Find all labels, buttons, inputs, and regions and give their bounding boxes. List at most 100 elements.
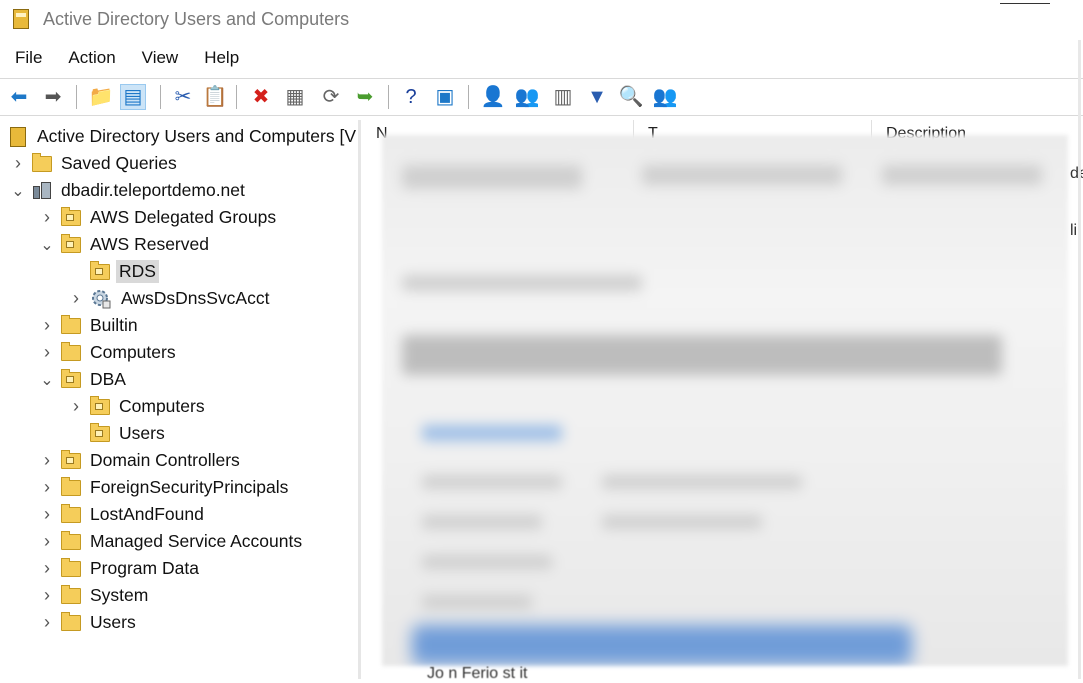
cut-button[interactable]: ✂ <box>170 84 196 110</box>
show-hide-console-tree-icon: ▤ <box>123 86 143 108</box>
tree-item-label: Users <box>119 423 165 443</box>
new-group-button[interactable]: 👥 <box>514 84 540 110</box>
tree-item[interactable]: › System <box>39 583 151 608</box>
tree-item[interactable]: › AWS Delegated Groups <box>39 205 279 230</box>
tree-item[interactable]: › Program Data <box>39 556 202 581</box>
help-button[interactable]: ? <box>398 84 424 110</box>
new-user-button[interactable]: 👤 <box>480 84 506 110</box>
chevron-right-icon[interactable]: › <box>68 396 84 416</box>
chevron-right-icon[interactable]: › <box>39 585 55 605</box>
folder-icon <box>61 530 81 550</box>
toolbar-separator <box>388 85 389 109</box>
menu-action[interactable]: Action <box>54 48 127 68</box>
chevron-right-icon[interactable]: › <box>39 342 55 362</box>
add-to-group-button[interactable]: 👥 <box>652 84 678 110</box>
folder-icon <box>61 557 81 577</box>
menu-bar: File Action View Help <box>0 44 1083 72</box>
up-folder-button[interactable]: 📁 <box>88 84 114 110</box>
back-button[interactable]: ⬅ <box>6 84 32 110</box>
tree-item[interactable]: RDS <box>68 259 159 284</box>
chevron-right-icon[interactable]: › <box>39 450 55 470</box>
tree-item[interactable]: › LostAndFound <box>39 502 207 527</box>
delete-icon: ✖ <box>252 86 270 108</box>
window-controls[interactable] <box>1000 0 1050 4</box>
properties-button[interactable]: ▦ <box>282 84 308 110</box>
folder-icon <box>61 476 81 496</box>
action-pane-button[interactable]: ▣ <box>432 84 458 110</box>
forward-button[interactable]: ➡ <box>40 84 66 110</box>
tree-item[interactable]: › Saved Queries <box>10 151 180 176</box>
chevron-right-icon[interactable]: › <box>68 288 84 308</box>
add-to-group-icon: 👥 <box>652 86 678 108</box>
chevron-down-icon[interactable]: ⌄ <box>39 372 55 389</box>
chevron-right-icon[interactable]: › <box>39 477 55 497</box>
tree-item[interactable]: › Computers <box>68 394 208 419</box>
tree-item[interactable]: ⌄ dbadir.teleportdemo.net <box>10 178 248 203</box>
chevron-right-icon[interactable]: › <box>10 153 26 173</box>
folder-icon <box>32 152 52 172</box>
help-icon: ? <box>405 86 417 108</box>
app-icon <box>13 9 29 29</box>
window-border <box>1078 40 1081 679</box>
copy-button[interactable]: 📋 <box>202 84 228 110</box>
domain-icon <box>32 181 52 200</box>
tree-item-label: RDS <box>116 260 159 283</box>
chevron-right-icon[interactable]: › <box>39 207 55 227</box>
chevron-down-icon[interactable]: ⌄ <box>39 237 55 254</box>
chevron-right-icon[interactable]: › <box>39 531 55 551</box>
up-folder-icon: 📁 <box>88 86 114 108</box>
title-bar: Active Directory Users and Computers <box>0 0 1083 40</box>
tree-root[interactable]: Active Directory Users and Computers [V <box>10 124 358 149</box>
tree-item[interactable]: › Computers <box>39 340 179 365</box>
forward-icon: ➡ <box>44 86 62 108</box>
tree-item-label: AWS Delegated Groups <box>90 207 277 227</box>
chevron-right-icon[interactable]: › <box>39 558 55 578</box>
tree-item[interactable]: › AwsDsDnsSvcAcct <box>68 286 272 311</box>
new-ou-button[interactable]: ▥ <box>550 84 576 110</box>
menu-file[interactable]: File <box>0 48 54 68</box>
ad-snapin-icon <box>10 126 26 147</box>
chevron-right-icon[interactable]: › <box>39 612 55 632</box>
tree-item-label: AWS Reserved <box>90 234 209 254</box>
find-button[interactable]: 🔍 <box>618 84 644 110</box>
tree-item-label: ForeignSecurityPrincipals <box>90 477 289 497</box>
organizational-unit-icon <box>90 422 110 442</box>
find-icon: 🔍 <box>618 86 644 108</box>
organizational-unit-icon <box>90 395 110 415</box>
show-hide-console-tree-button[interactable]: ▤ <box>120 84 146 110</box>
cut-icon: ✂ <box>174 86 192 108</box>
tree-item[interactable]: › Users <box>39 610 139 635</box>
chevron-right-icon[interactable]: › <box>39 504 55 524</box>
description-fragment: de <box>1070 165 1083 182</box>
refresh-button[interactable]: ⟳ <box>318 84 344 110</box>
tree-item[interactable]: › Managed Service Accounts <box>39 529 305 554</box>
delete-button[interactable]: ✖ <box>248 84 274 110</box>
chevron-right-icon[interactable]: › <box>39 315 55 335</box>
tree-item[interactable]: ⌄ AWS Reserved <box>39 232 212 257</box>
console-tree[interactable]: Active Directory Users and Computers [V … <box>0 120 361 679</box>
toolbar-separator <box>160 85 161 109</box>
tree-item[interactable]: › Builtin <box>39 313 141 338</box>
tree-item[interactable]: ⌄ DBA <box>39 367 129 392</box>
chevron-down-icon[interactable]: ⌄ <box>10 183 26 200</box>
toolbar-separator <box>468 85 469 109</box>
filter-button[interactable]: ▼ <box>584 84 610 110</box>
menu-help[interactable]: Help <box>190 48 251 68</box>
menu-view[interactable]: View <box>128 48 191 68</box>
toolbar-separator <box>236 85 237 109</box>
tree-item-label: DBA <box>90 369 126 389</box>
tree-item-label: Program Data <box>90 558 199 578</box>
export-list-button[interactable]: ➥ <box>352 84 378 110</box>
tree-item-label: Builtin <box>90 315 138 335</box>
folder-icon <box>61 341 81 361</box>
folder-icon <box>61 584 81 604</box>
description-fragment: li <box>1070 222 1078 239</box>
tree-item[interactable]: Users <box>68 421 168 446</box>
filter-icon: ▼ <box>587 86 607 108</box>
copy-icon: 📋 <box>202 86 228 108</box>
new-user-icon: 👤 <box>480 86 506 108</box>
tree-item-label: LostAndFound <box>90 504 204 524</box>
tree-item[interactable]: › ForeignSecurityPrincipals <box>39 475 291 500</box>
tree-item[interactable]: › Domain Controllers <box>39 448 243 473</box>
